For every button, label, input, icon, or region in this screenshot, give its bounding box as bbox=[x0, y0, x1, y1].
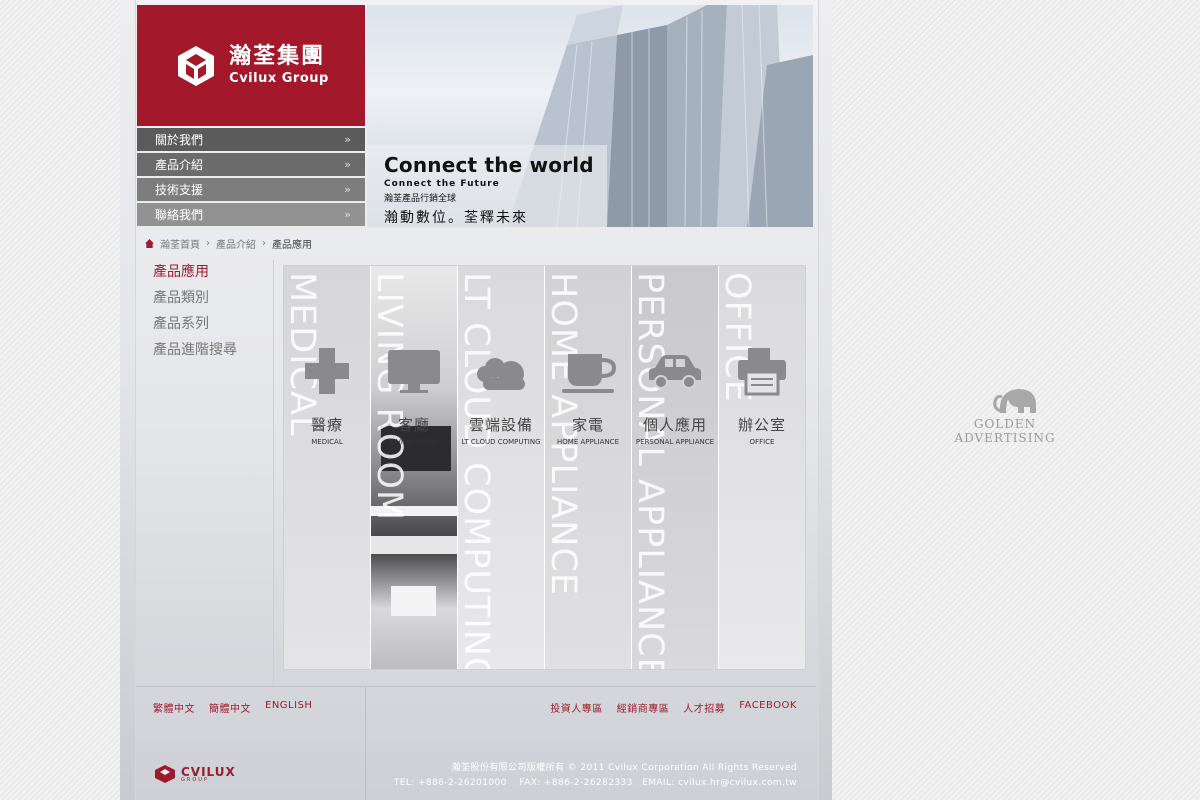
footer-links: 投資人專區 經銷商專區 人才招募 FACEBOOK bbox=[550, 700, 797, 715]
application-en-label: HOME APPLIANCE bbox=[557, 438, 619, 446]
vertical-label: LT CLOUD COMPUTING bbox=[458, 272, 496, 669]
nav-item-support[interactable]: 技術支援 » bbox=[137, 178, 365, 201]
application-panel: MEDICAL 醫療 MEDICAL LIVING ROOM 客廳 LIVING… bbox=[283, 265, 806, 670]
breadcrumb-products[interactable]: 產品介紹 bbox=[216, 236, 256, 251]
sidebar-item-applications[interactable]: 產品應用 bbox=[153, 263, 273, 289]
link-careers[interactable]: 人才招募 bbox=[683, 700, 725, 715]
elephant-logo-icon bbox=[993, 389, 1036, 413]
link-investors[interactable]: 投資人專區 bbox=[550, 700, 603, 715]
application-office[interactable]: OFFICE 辦公室 OFFICE bbox=[719, 266, 805, 669]
breadcrumb-separator: › bbox=[206, 238, 210, 249]
link-distributors[interactable]: 經銷商專區 bbox=[617, 700, 670, 715]
nav-item-label: 聯絡我們 bbox=[155, 208, 204, 222]
application-home-appliance[interactable]: HOME APPLIANCE 家電 HOME APPLIANCE bbox=[545, 266, 632, 669]
double-chevron-icon: » bbox=[344, 208, 351, 221]
breadcrumb: 瀚荃首頁 › 產品介紹 › 產品應用 bbox=[145, 236, 312, 251]
language-switcher: 繁體中文 簡體中文 ENGLISH bbox=[153, 700, 312, 715]
application-en-label: PERSONAL APPLIANCE bbox=[635, 438, 715, 446]
nav-item-label: 技術支援 bbox=[155, 183, 204, 197]
logo-english-name: Cvilux Group bbox=[229, 71, 329, 86]
breadcrumb-current: 產品應用 bbox=[272, 240, 312, 251]
sidebar: 產品應用 產品類別 產品系列 產品進階搜尋 bbox=[153, 263, 273, 367]
breadcrumb-separator: › bbox=[262, 238, 266, 249]
lang-simplified-chinese[interactable]: 簡體中文 bbox=[209, 700, 251, 715]
application-personal[interactable]: PERSONAL APPLIANCE 個人應用 PERSONAL APPLIAN… bbox=[632, 266, 719, 669]
application-living-room[interactable]: LIVING ROOM 客廳 LIVING ROOM bbox=[371, 266, 458, 669]
application-en-label: LT CLOUD COMPUTING bbox=[461, 438, 541, 446]
double-chevron-icon: » bbox=[344, 133, 351, 146]
main-nav: 關於我們 » 產品介紹 » 技術支援 » 聯絡我們 » bbox=[137, 128, 365, 228]
sidebar-item-series[interactable]: 產品系列 bbox=[153, 315, 273, 341]
application-cn-label: 客廳 bbox=[397, 416, 430, 434]
contact-text: TEL: +886-2-26201000 FAX: +886-2-2628233… bbox=[393, 778, 797, 788]
banner-subtitle: Connect the Future bbox=[384, 179, 500, 189]
nav-item-products[interactable]: 產品介紹 » bbox=[137, 153, 365, 176]
lang-traditional-chinese[interactable]: 繁體中文 bbox=[153, 700, 195, 715]
application-cn-label: 雲端設備 bbox=[468, 416, 533, 434]
nav-item-label: 產品介紹 bbox=[155, 158, 204, 172]
breadcrumb-home[interactable]: 瀚荃首頁 bbox=[160, 236, 200, 251]
application-cn-label: 辦公室 bbox=[737, 416, 786, 434]
car-icon bbox=[649, 355, 701, 389]
double-chevron-icon: » bbox=[344, 183, 351, 196]
application-en-label: MEDICAL bbox=[311, 438, 343, 446]
link-facebook[interactable]: FACEBOOK bbox=[739, 700, 797, 715]
hero-banner: Connect the world Connect the Future 瀚荃產… bbox=[367, 5, 813, 227]
application-cloud[interactable]: LT CLOUD COMPUTING 雲端設備 LT CLOUD COMPUTI… bbox=[458, 266, 545, 669]
golden-advertising-watermark: GOLDEN ADVERTISING bbox=[934, 385, 1076, 445]
banner-line1: 瀚荃產品行銷全球 bbox=[384, 194, 457, 204]
copyright-text: 瀚荃股份有限公司版權所有 © 2011 Cvilux Corporation A… bbox=[451, 763, 797, 773]
sidebar-item-advanced-search[interactable]: 產品進階搜尋 bbox=[153, 341, 273, 367]
application-cn-label: 個人應用 bbox=[642, 416, 707, 434]
footer-copyright-block: 瀚荃股份有限公司版權所有 © 2011 Cvilux Corporation A… bbox=[394, 761, 797, 791]
footer-logo-text: CVILUX bbox=[181, 764, 236, 779]
nav-item-contact[interactable]: 聯絡我們 » bbox=[137, 203, 365, 226]
sidebar-item-categories[interactable]: 產品類別 bbox=[153, 289, 273, 315]
footer-logo[interactable]: CVILUX GROUP bbox=[153, 764, 236, 784]
application-cn-label: 醫療 bbox=[310, 416, 343, 434]
printer-icon bbox=[738, 348, 786, 396]
cube-logo-icon bbox=[178, 45, 215, 86]
footer-column-divider bbox=[365, 687, 366, 800]
cup-icon bbox=[562, 354, 617, 393]
monitor-icon bbox=[388, 350, 440, 393]
lang-english[interactable]: ENGLISH bbox=[265, 700, 312, 715]
cloud-icon bbox=[477, 358, 525, 390]
brand-logo[interactable]: 瀚荃集團 Cvilux Group bbox=[137, 5, 365, 126]
application-medical[interactable]: MEDICAL 醫療 MEDICAL bbox=[284, 266, 371, 669]
vertical-label: LIVING ROOM bbox=[371, 272, 409, 522]
home-icon bbox=[145, 239, 154, 248]
banner-slogan: 瀚動數位。荃釋未來 bbox=[384, 210, 528, 226]
watermark-text: GOLDEN ADVERTISING bbox=[954, 417, 1056, 445]
nav-item-about[interactable]: 關於我們 » bbox=[137, 128, 365, 151]
sidebar-divider bbox=[273, 260, 274, 686]
application-en-label: OFFICE bbox=[749, 438, 775, 446]
nav-item-label: 關於我們 bbox=[155, 133, 204, 147]
application-cn-label: 家電 bbox=[571, 416, 604, 434]
medical-cross-icon bbox=[305, 348, 349, 394]
logo-chinese-name: 瀚荃集團 bbox=[229, 44, 326, 69]
vertical-label: PERSONAL APPLIANCE bbox=[632, 272, 670, 669]
cube-logo-icon bbox=[155, 765, 175, 783]
application-en-label: LIVING ROOM bbox=[390, 438, 438, 446]
footer-divider bbox=[136, 686, 816, 687]
banner-title: Connect the world bbox=[384, 153, 594, 177]
double-chevron-icon: » bbox=[344, 158, 351, 171]
